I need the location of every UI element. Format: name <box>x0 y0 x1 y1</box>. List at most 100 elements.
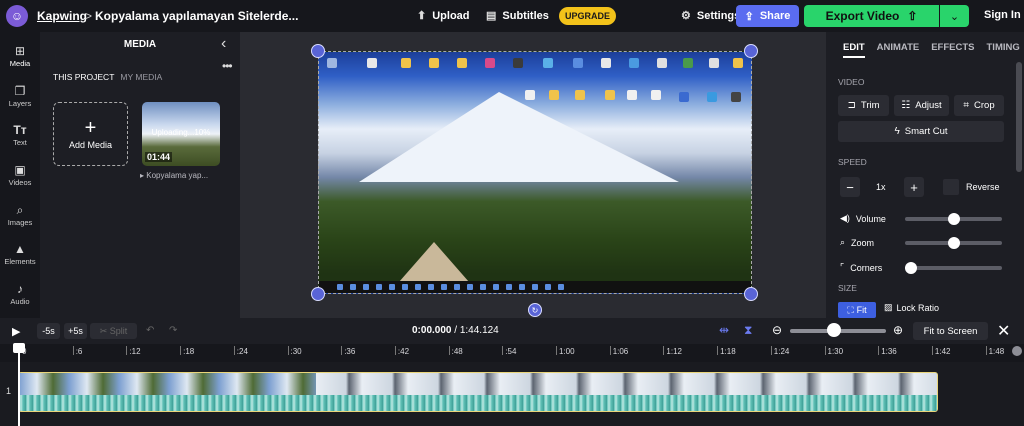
playhead[interactable] <box>18 344 20 426</box>
video-clip[interactable] <box>18 372 938 412</box>
time-display: 0:00.000 / 1:44.124 <box>412 325 499 336</box>
timeline-scroll-thumb[interactable] <box>1012 346 1022 356</box>
nav-item-layers[interactable]: ❐ Layers <box>0 78 40 114</box>
nav-item-videos[interactable]: ▣ Videos <box>0 157 40 193</box>
upgrade-button[interactable]: UPGRADE <box>559 7 616 25</box>
tab-edit[interactable]: EDIT <box>843 42 865 58</box>
volume-slider[interactable] <box>905 213 1002 225</box>
nav-label: Text <box>13 137 27 147</box>
upload-label: Upload <box>432 9 470 22</box>
kapwing-logo-icon[interactable]: ☺ <box>6 5 28 27</box>
desktop-icon <box>485 58 495 68</box>
video-preview[interactable] <box>318 51 752 294</box>
project-title[interactable]: Kopyalama yapılamayan Sitelerde... <box>95 9 298 23</box>
zoom-out-icon[interactable]: ⊖ <box>772 323 782 337</box>
rotate-handle-icon[interactable]: ↻ <box>528 303 542 317</box>
ruler-tick-label: 1:30 <box>827 347 844 356</box>
chevron-left-icon[interactable]: ‹ <box>221 35 226 53</box>
fit-to-screen-button[interactable]: Fit to Screen <box>913 322 988 340</box>
desktop-icon <box>575 90 585 100</box>
corners-slider[interactable] <box>905 262 1002 274</box>
rewind-5s-button[interactable]: -5s <box>37 323 60 339</box>
windows-taskbar <box>319 281 751 293</box>
split-button[interactable]: ✂ Split <box>90 323 137 339</box>
adjust-label: Adjust <box>915 100 942 111</box>
zoom-row: ⌕ Zoom <box>840 237 874 248</box>
left-nav: ⊞ Media ❐ Layers Tт Text ▣ Videos ⌕ Imag… <box>0 32 40 318</box>
resize-handle-bottom-left[interactable] <box>311 287 325 301</box>
redo-icon[interactable]: ↷ <box>169 325 177 336</box>
play-icon[interactable]: ▶ <box>12 325 20 338</box>
adjust-button[interactable]: ☷ Adjust <box>894 95 949 116</box>
subtitles-icon: ▤ <box>486 10 497 22</box>
tab-animate[interactable]: ANIMATE <box>877 42 920 58</box>
taskbar-icon <box>558 284 564 290</box>
settings-button[interactable]: ⚙ Settings <box>681 9 741 23</box>
timeline-ruler[interactable]: 0:6:12:18:24:30:36:42:48:541:001:061:121… <box>0 344 1024 362</box>
zoom-in-icon[interactable]: ⊕ <box>893 323 903 337</box>
fit-button[interactable]: ⛶ Fit <box>838 302 876 318</box>
corners-slider-thumb[interactable] <box>905 262 917 274</box>
resize-handle-top-left[interactable] <box>311 44 325 58</box>
nav-item-media[interactable]: ⊞ Media <box>0 38 40 74</box>
ruler-tick-line <box>770 346 772 355</box>
playhead-handle[interactable] <box>13 343 25 353</box>
desktop-icon <box>651 90 661 100</box>
subtitles-label: Subtitles <box>502 9 549 22</box>
timeline-zoom-thumb[interactable] <box>826 323 841 337</box>
trim-button[interactable]: ⊐ Trim <box>838 95 889 116</box>
snap-icon[interactable]: ⇹ <box>719 323 729 337</box>
volume-slider-thumb[interactable] <box>947 213 960 225</box>
add-media-button[interactable]: + Add Media <box>53 102 128 166</box>
tab-my-media[interactable]: MY MEDIA <box>120 72 162 82</box>
lock-ratio-toggle[interactable]: ▨ Lock Ratio <box>884 302 939 313</box>
nav-item-elements[interactable]: ▲ Elements <box>0 236 40 272</box>
speed-increase-button[interactable]: + <box>904 177 924 197</box>
tab-timing[interactable]: TIMING <box>987 42 1020 58</box>
resize-handle-bottom-right[interactable] <box>744 287 758 301</box>
zoom-slider[interactable] <box>905 237 1002 249</box>
road-shape <box>399 242 469 282</box>
tab-this-project[interactable]: THIS PROJECT <box>53 72 114 82</box>
upload-button[interactable]: ⬆ Upload <box>417 9 470 23</box>
more-options-icon[interactable]: ••• <box>222 59 233 73</box>
zoom-slider-thumb[interactable] <box>947 237 960 249</box>
right-panel-scrollbar[interactable] <box>1016 62 1022 172</box>
share-button[interactable]: ⇪ Share <box>736 5 799 27</box>
split-view-icon[interactable]: ⧗ <box>744 323 752 338</box>
nav-item-images[interactable]: ⌕ Images <box>0 197 40 233</box>
reverse-checkbox[interactable] <box>943 179 959 195</box>
resize-handle-top-right[interactable] <box>744 44 758 58</box>
nav-label: Layers <box>8 98 32 108</box>
desktop-icon <box>525 90 535 100</box>
brand-link[interactable]: Kapwing <box>37 9 87 23</box>
audio-waveform <box>19 395 937 411</box>
crop-button[interactable]: ⌗ Crop <box>954 95 1004 116</box>
subtitles-button[interactable]: ▤ Subtitles <box>486 9 549 23</box>
ruler-tick-label: 1:06 <box>612 347 629 356</box>
nav-label: Images <box>7 217 33 227</box>
nav-item-text[interactable]: Tт Text <box>0 117 40 153</box>
clip-frames <box>316 373 937 395</box>
taskbar-icon <box>532 284 538 290</box>
desktop-icon <box>429 58 439 68</box>
nav-item-audio[interactable]: ♪ Audio <box>0 276 40 312</box>
close-icon[interactable]: ✕ <box>997 321 1010 341</box>
desktop-icon <box>327 58 337 68</box>
forward-5s-button[interactable]: +5s <box>64 323 87 339</box>
smart-cut-label: Smart Cut <box>904 126 948 137</box>
media-thumbnail[interactable]: Uploading...10% 01:44 <box>142 102 220 166</box>
signin-link[interactable]: Sign In <box>984 9 1021 21</box>
tab-effects[interactable]: EFFECTS <box>931 42 974 58</box>
ruler-tick-line <box>931 346 933 355</box>
speed-decrease-button[interactable]: − <box>840 177 860 197</box>
export-label: Export Video <box>825 9 900 23</box>
undo-icon[interactable]: ↶ <box>146 325 154 336</box>
audio-icon: ♪ <box>17 281 23 296</box>
export-video-button[interactable]: Export Video ⇧ <box>804 5 939 27</box>
ruler-tick-line <box>72 346 74 355</box>
smart-cut-button[interactable]: ϟ Smart Cut <box>838 121 1004 142</box>
top-bar: ☺ Kapwing > Kopyalama yapılamayan Sitele… <box>0 0 1024 32</box>
export-dropdown-button[interactable]: ⌄ <box>940 5 969 27</box>
settings-label: Settings <box>696 9 741 22</box>
